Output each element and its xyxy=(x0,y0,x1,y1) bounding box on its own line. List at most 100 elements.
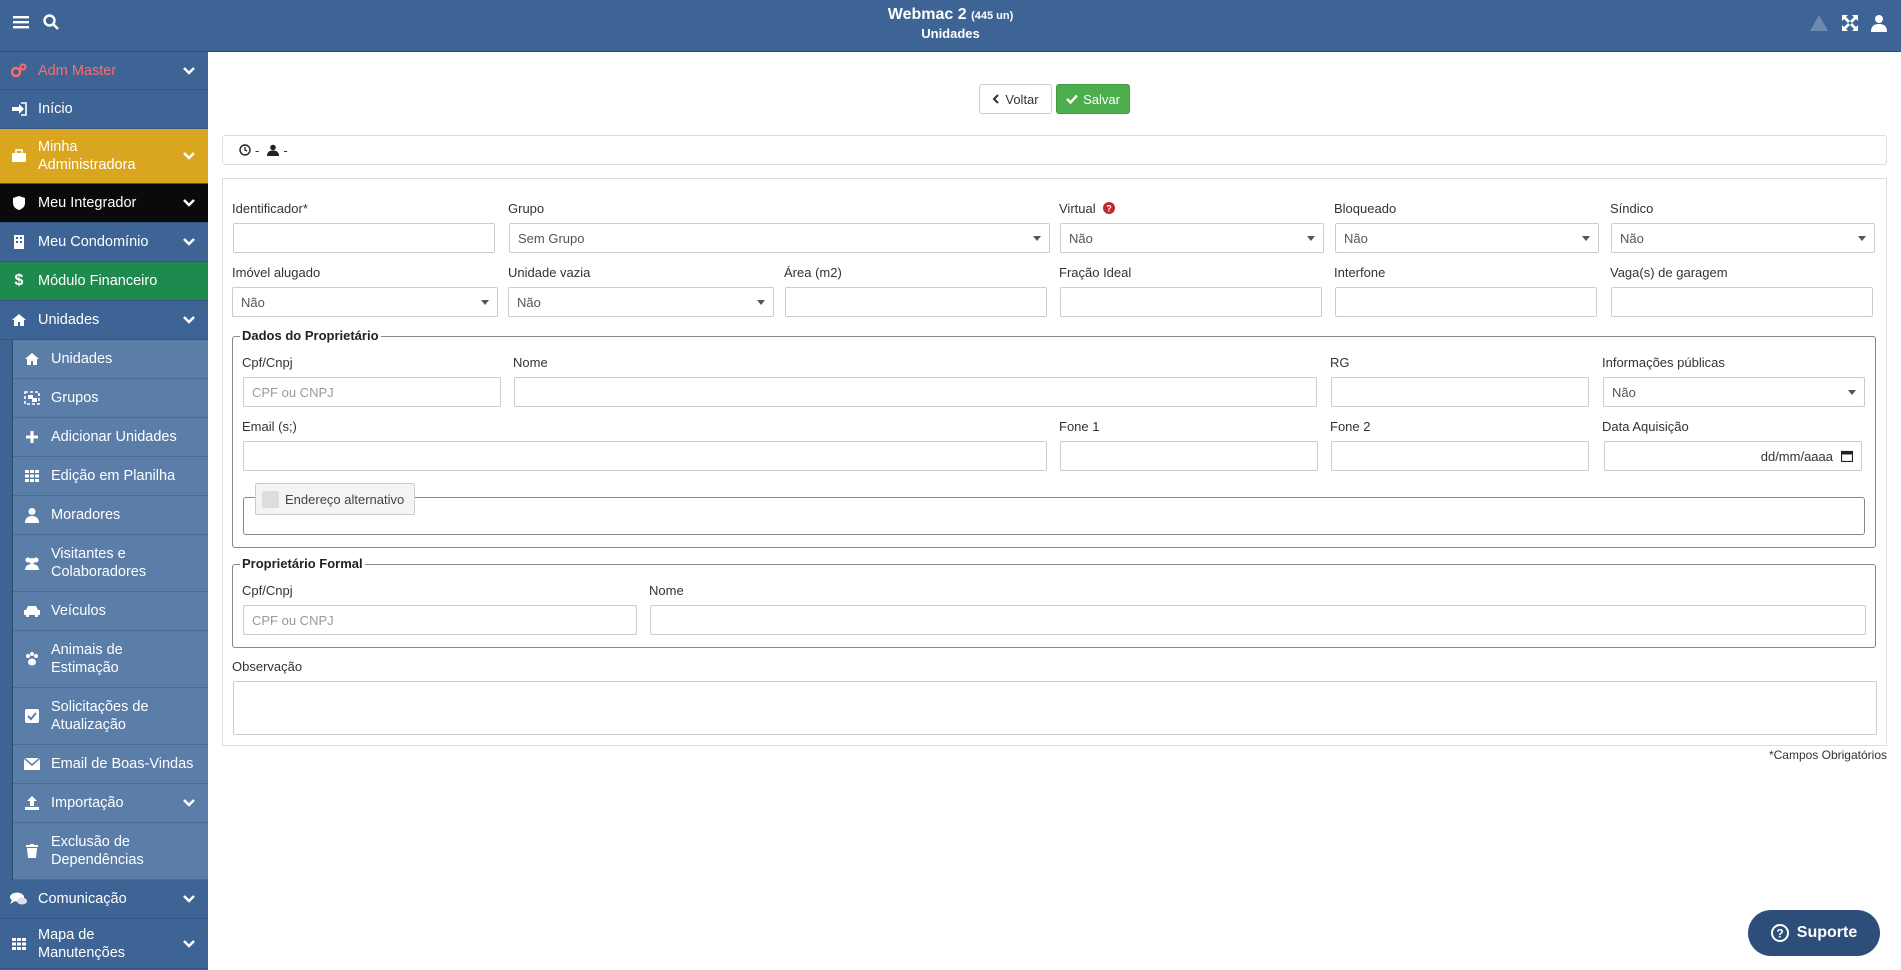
vagas-label: Vaga(s) de garagem xyxy=(1610,265,1728,280)
car-icon xyxy=(23,602,41,620)
sidebar-item-visitantes[interactable]: Visitantes e Colaboradores xyxy=(13,535,208,592)
sidebar-item-email-boas-vindas[interactable]: Email de Boas-Vindas xyxy=(13,745,208,784)
virtual-select[interactable]: Não xyxy=(1060,223,1324,253)
sidebar-item-grupos[interactable]: Grupos xyxy=(13,379,208,418)
formal-nome-input[interactable] xyxy=(650,605,1866,635)
sidebar-item-unidades-list[interactable]: Unidades xyxy=(13,340,208,379)
main-content: Voltar Salvar - - Identificador* Grupo S… xyxy=(208,52,1901,970)
nome-input[interactable] xyxy=(514,377,1317,407)
sidebar-item-comunicacao[interactable]: Comunicação xyxy=(0,880,208,919)
chevron-down-icon xyxy=(183,799,195,807)
unidade-vazia-label: Unidade vazia xyxy=(508,265,591,280)
grupo-select[interactable]: Sem Grupo xyxy=(509,223,1050,253)
chevron-down-icon xyxy=(183,238,195,246)
svg-text:?: ? xyxy=(1107,204,1113,214)
sidebar-item-mapa-manutencoes[interactable]: Mapa de Manutenções xyxy=(0,919,208,969)
cpf-label: Cpf/Cnpj xyxy=(242,355,293,370)
sindico-label: Síndico xyxy=(1610,201,1654,216)
chevron-down-icon xyxy=(183,199,195,207)
nome-label: Nome xyxy=(513,355,548,370)
sidebar-item-meu-condominio[interactable]: Meu Condomínio xyxy=(0,223,208,262)
sidebar-item-animais[interactable]: Animais de Estimação xyxy=(13,631,208,688)
imovel-alugado-label: Imóvel alugado xyxy=(232,265,321,280)
salvar-label: Salvar xyxy=(1083,91,1120,107)
app-title-block: Webmac 2 (445 un) Unidades xyxy=(0,6,1901,43)
fracao-ideal-label: Fração Ideal xyxy=(1059,265,1132,280)
unidades-submenu: Unidades Grupos Adicionar Unidades Ediçã… xyxy=(12,340,208,880)
interfone-input[interactable] xyxy=(1335,287,1597,317)
salvar-button[interactable]: Salvar xyxy=(1056,84,1130,114)
vagas-input[interactable] xyxy=(1611,287,1873,317)
app-title: Webmac 2 xyxy=(887,6,967,23)
unidade-vazia-select[interactable]: Não xyxy=(508,287,774,317)
chevron-down-icon xyxy=(183,66,195,75)
observacao-textarea[interactable] xyxy=(233,681,1877,735)
fone2-input[interactable] xyxy=(1331,441,1589,471)
clock-icon xyxy=(239,144,251,156)
user-icon[interactable] xyxy=(1871,14,1887,32)
endereco-alternativo-toggle[interactable]: Endereço alternativo xyxy=(255,483,416,515)
formal-cpf-input[interactable]: CPF ou CNPJ xyxy=(243,605,637,635)
informacoes-publicas-select[interactable]: Não xyxy=(1603,377,1865,407)
voltar-label: Voltar xyxy=(1005,91,1039,107)
sidebar-item-veiculos[interactable]: Veículos xyxy=(13,592,208,631)
fone2-label: Fone 2 xyxy=(1330,419,1371,434)
user-info: - xyxy=(283,142,288,158)
sidebar-item-solicitacoes[interactable]: Solicitações de Atualização xyxy=(13,688,208,745)
data-aquisicao-label: Data Aquisição xyxy=(1602,419,1689,434)
sign-in-icon xyxy=(10,100,28,118)
voltar-button[interactable]: Voltar xyxy=(979,84,1052,114)
question-circle-icon[interactable]: ? xyxy=(1103,202,1116,214)
bloqueado-select[interactable]: Não xyxy=(1335,223,1599,253)
created-info: - xyxy=(255,142,260,158)
email-input[interactable] xyxy=(243,441,1047,471)
sidebar-item-importacao[interactable]: Importação xyxy=(13,784,208,823)
paw-icon xyxy=(23,650,41,668)
sidebar-item-minha-administradora[interactable]: Minha Administradora xyxy=(0,129,208,184)
question-circle-icon: ? xyxy=(1770,924,1789,942)
identificador-label: Identificador* xyxy=(232,201,308,216)
calendar-icon[interactable] xyxy=(1841,450,1853,462)
cpf-input[interactable]: CPF ou CNPJ xyxy=(243,377,501,407)
grupo-label: Grupo xyxy=(508,201,545,216)
expand-icon[interactable] xyxy=(1841,14,1859,32)
endereco-alternativo-checkbox[interactable] xyxy=(262,490,279,508)
chevron-down-icon xyxy=(183,939,195,948)
sindico-select[interactable]: Não xyxy=(1611,223,1875,253)
unit-form-panel: Identificador* Grupo Sem Grupo Virtual ?… xyxy=(222,178,1887,746)
cogs-icon xyxy=(10,62,28,80)
sidebar-item-meu-integrador[interactable]: Meu Integrador xyxy=(0,184,208,223)
sidebar: Adm Master Início Minha Administradora M… xyxy=(0,52,208,970)
chevron-down-icon xyxy=(183,152,195,160)
data-aquisicao-input[interactable]: dd/mm/aaaa xyxy=(1604,441,1862,471)
chevron-left-icon xyxy=(992,94,1000,104)
imovel-alugado-select[interactable]: Não xyxy=(232,287,498,317)
fone1-input[interactable] xyxy=(1060,441,1318,471)
sidebar-item-moradores[interactable]: Moradores xyxy=(13,496,208,535)
shield-icon xyxy=(10,194,28,212)
sidebar-item-exclusao[interactable]: Exclusão de Dependências xyxy=(13,823,208,880)
suporte-button[interactable]: ? Suporte xyxy=(1748,910,1880,956)
informacoes-publicas-label: Informações públicas xyxy=(1602,355,1725,370)
sidebar-item-unidades[interactable]: Unidades xyxy=(0,301,208,340)
table-icon xyxy=(23,467,41,485)
area-label: Área (m2) xyxy=(784,265,842,280)
sidebar-item-modulo-financeiro[interactable]: $ Módulo Financeiro xyxy=(0,262,208,301)
rg-input[interactable] xyxy=(1331,377,1589,407)
virtual-label: Virtual ? xyxy=(1059,201,1116,216)
sidebar-item-adicionar-unidades[interactable]: Adicionar Unidades xyxy=(13,418,208,457)
area-input[interactable] xyxy=(785,287,1047,317)
sidebar-item-inicio[interactable]: Início xyxy=(0,90,208,129)
rg-label: RG xyxy=(1330,355,1350,370)
envelope-icon xyxy=(23,755,41,773)
identificador-input[interactable] xyxy=(233,223,495,253)
suporte-label: Suporte xyxy=(1796,924,1858,941)
user-icon xyxy=(23,506,41,524)
sidebar-item-edicao-planilha[interactable]: Edição em Planilha xyxy=(13,457,208,496)
trash-icon xyxy=(23,842,41,860)
user-icon xyxy=(267,144,280,156)
warning-icon[interactable] xyxy=(1809,14,1829,32)
sidebar-item-adm-master[interactable]: Adm Master xyxy=(0,52,208,90)
unit-count: (445 un) xyxy=(971,10,1014,22)
fracao-ideal-input[interactable] xyxy=(1060,287,1322,317)
